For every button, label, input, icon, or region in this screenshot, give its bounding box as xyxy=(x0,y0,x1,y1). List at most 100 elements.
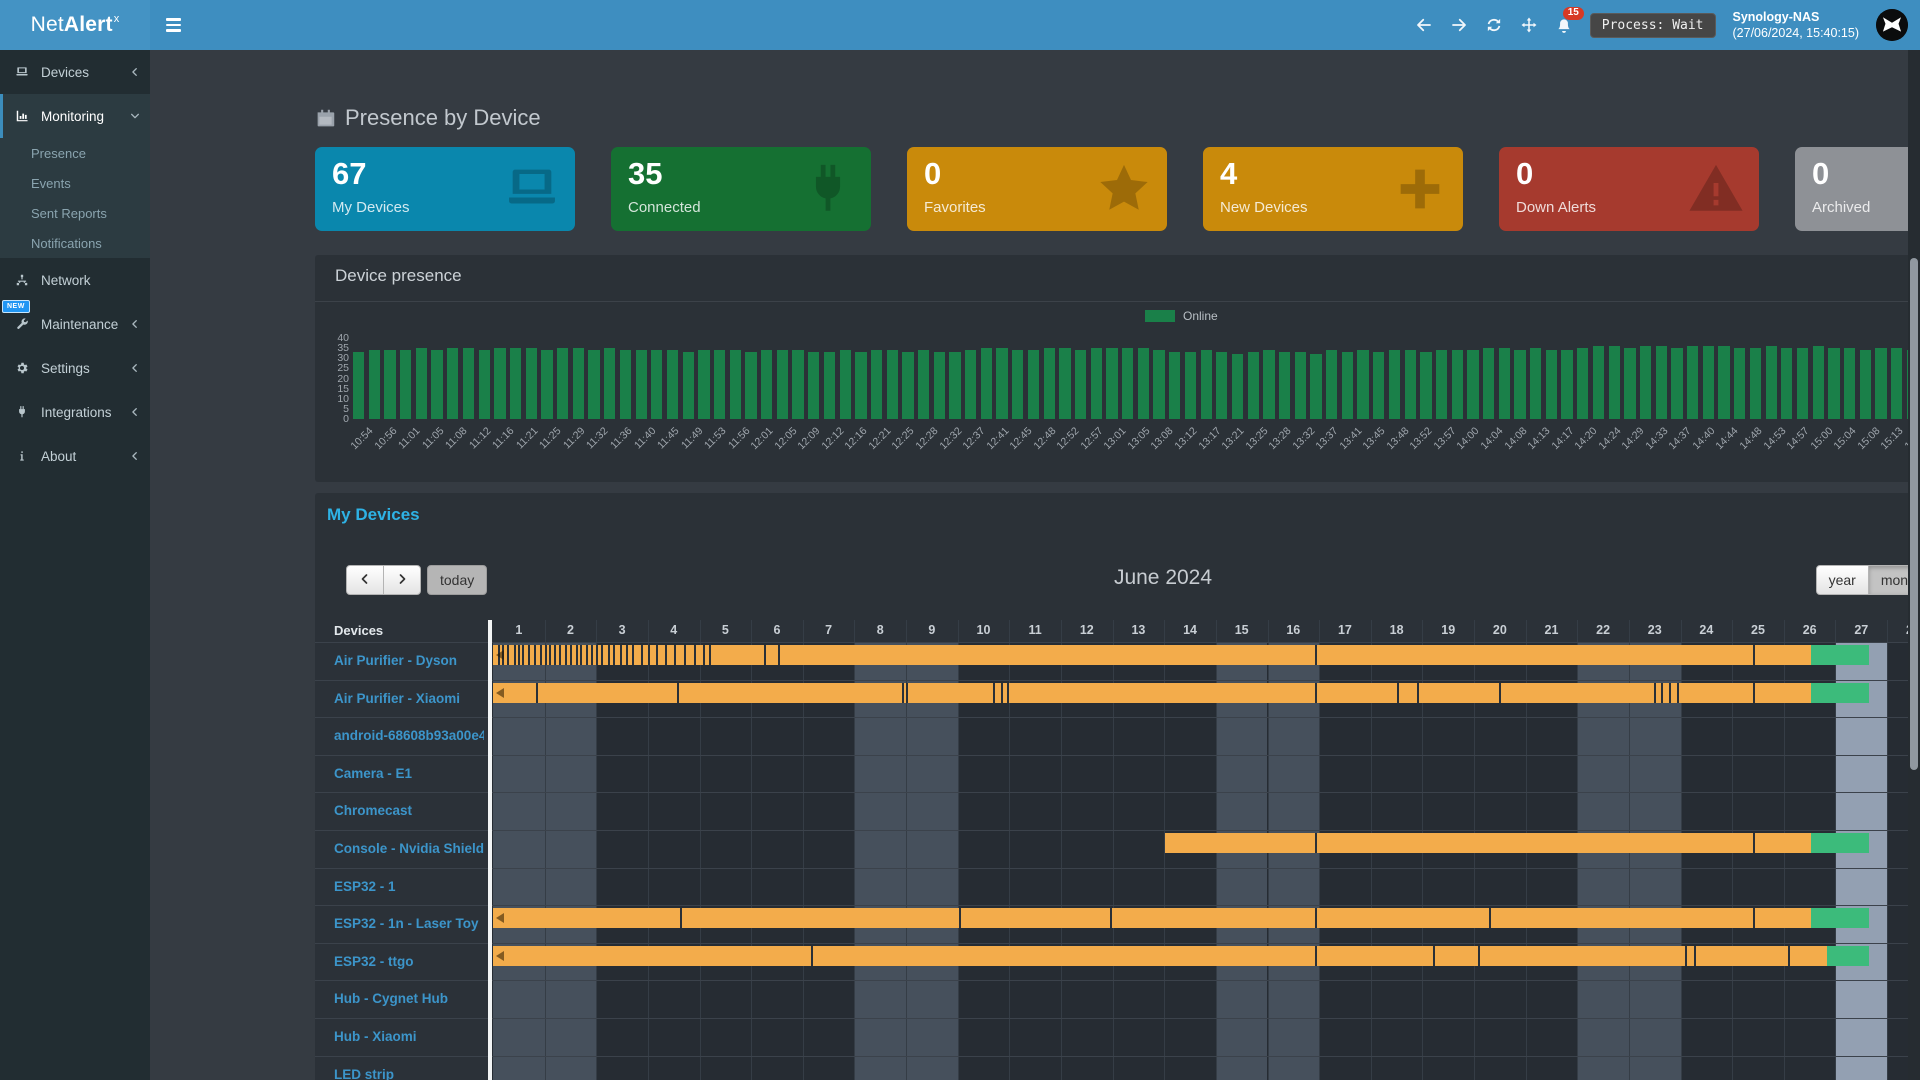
sidebar-item-monitoring[interactable]: Monitoring xyxy=(0,94,150,138)
chart-bar xyxy=(1718,346,1729,419)
sidebar-item-settings[interactable]: Settings xyxy=(0,346,150,390)
day-header: 14 xyxy=(1164,623,1216,637)
device-link[interactable]: Hub - Xiaomi xyxy=(334,1018,484,1056)
chart-bar xyxy=(510,348,521,419)
chart-bar xyxy=(1044,348,1055,419)
chart-bar xyxy=(871,350,882,419)
day-header: 23 xyxy=(1629,623,1681,637)
presence-gap xyxy=(608,645,610,665)
device-link[interactable]: Air Purifier - Xiaomi xyxy=(334,680,484,718)
presence-bar-orange[interactable] xyxy=(493,683,1811,703)
presence-bar-orange[interactable] xyxy=(1165,833,1810,853)
device-link[interactable]: Hub - Cygnet Hub xyxy=(334,980,484,1018)
scrollbar-thumb[interactable] xyxy=(1910,258,1918,770)
refresh-icon[interactable] xyxy=(1485,16,1503,34)
device-link[interactable]: ESP32 - 1n - Laser Toy xyxy=(334,905,484,943)
view-year-button[interactable]: year xyxy=(1816,565,1869,595)
day-header: 12 xyxy=(1061,623,1113,637)
sidebar-item-integrations[interactable]: Integrations xyxy=(0,390,150,434)
presence-gap xyxy=(959,908,961,928)
chart-bar xyxy=(902,352,913,419)
chart-icon xyxy=(15,109,37,123)
presence-bar-green[interactable] xyxy=(1811,645,1869,665)
today-button[interactable]: today xyxy=(427,565,487,595)
presence-calendar: Devices123456789101112131415161718192021… xyxy=(315,620,1920,1080)
sidebar-subitem-sent-reports[interactable]: Sent Reports xyxy=(0,198,150,228)
day-header: 24 xyxy=(1681,623,1733,637)
sidebar-item-devices[interactable]: Devices xyxy=(0,50,150,94)
device-link[interactable]: Camera - E1 xyxy=(334,755,484,793)
gear-icon xyxy=(15,361,37,375)
stat-card-archived[interactable]: 0Archived xyxy=(1795,147,1920,231)
presence-bar-orange[interactable] xyxy=(493,645,1811,665)
chart-bar xyxy=(745,352,756,419)
continues-left-arrow-icon xyxy=(496,650,504,660)
plug-icon xyxy=(15,405,37,419)
chart-bar xyxy=(1561,350,1572,419)
host-name: Synology-NAS xyxy=(1733,9,1860,25)
page-title-text: Presence by Device xyxy=(345,105,541,131)
presence-bar-green[interactable] xyxy=(1811,833,1869,853)
sidebar-item-about[interactable]: About xyxy=(0,434,150,478)
chart-bar xyxy=(1216,352,1227,419)
presence-chart: 051015202530354010:5410:5611:0111:0511:0… xyxy=(315,255,1920,482)
device-link[interactable]: ESP32 - ttgo xyxy=(334,943,484,981)
day-header: 27 xyxy=(1835,623,1887,637)
device-link[interactable]: Console - Nvidia Shield TV xyxy=(334,830,484,868)
laptop-icon xyxy=(503,160,561,218)
device-link[interactable]: Chromecast xyxy=(334,792,484,830)
notifications-bell-icon[interactable]: 15 xyxy=(1555,16,1573,34)
app-logo[interactable]: NetAlertx xyxy=(0,0,150,50)
stat-card-down-alerts[interactable]: 0 Down Alerts xyxy=(1499,147,1759,231)
presence-gap xyxy=(665,645,667,665)
user-avatar[interactable] xyxy=(1876,9,1908,41)
chevron-left-icon xyxy=(130,67,142,77)
presence-gap xyxy=(570,645,572,665)
presence-gap xyxy=(1478,946,1480,966)
device-link[interactable]: LED strip xyxy=(334,1056,484,1080)
nav-back-icon[interactable] xyxy=(1415,16,1433,34)
device-link[interactable]: Air Purifier - Dyson xyxy=(334,642,484,680)
page-title: Presence by Device xyxy=(315,105,541,131)
day-header: 19 xyxy=(1422,623,1474,637)
stat-card-connected[interactable]: 35Connected xyxy=(611,147,871,231)
presence-gap xyxy=(1110,908,1112,928)
presence-bar-green[interactable] xyxy=(1811,683,1869,703)
presence-bar-green[interactable] xyxy=(1827,946,1869,966)
next-month-button[interactable] xyxy=(383,565,421,595)
presence-gap xyxy=(993,683,995,703)
presence-gap xyxy=(518,645,520,665)
device-link[interactable]: ESP32 - 1 xyxy=(334,868,484,906)
nav-forward-icon[interactable] xyxy=(1450,16,1468,34)
presence-bar-orange[interactable] xyxy=(493,946,1827,966)
sidebar: Devices Monitoring Presence Events Sent … xyxy=(0,50,150,1080)
stat-card-new-devices[interactable]: 4New Devices xyxy=(1203,147,1463,231)
stat-value: 0 xyxy=(1516,156,1533,192)
prev-month-button[interactable] xyxy=(346,565,384,595)
sidebar-subitem-notifications[interactable]: Notifications xyxy=(0,228,150,258)
chart-bar xyxy=(573,348,584,419)
chart-bar xyxy=(934,352,945,419)
chart-bar xyxy=(431,350,442,419)
move-icon[interactable] xyxy=(1520,16,1538,34)
presence-gap xyxy=(522,645,524,665)
device-link[interactable]: android-68608b93a00e4 xyxy=(334,717,484,755)
sidebar-subitem-presence[interactable]: Presence xyxy=(0,138,150,168)
day-header: 11 xyxy=(1009,623,1061,637)
stat-label: Down Alerts xyxy=(1516,199,1596,216)
presence-bar-orange[interactable] xyxy=(493,908,1811,928)
column-resizer-handle[interactable] xyxy=(488,620,492,1080)
presence-gap xyxy=(554,645,556,665)
sidebar-toggle-button[interactable] xyxy=(150,0,196,50)
chart-bar xyxy=(636,350,647,419)
chart-bar xyxy=(918,350,929,419)
chart-bar xyxy=(1813,346,1824,419)
presence-bar-green[interactable] xyxy=(1811,908,1869,928)
sidebar-subitem-events[interactable]: Events xyxy=(0,168,150,198)
chart-bar xyxy=(1828,348,1839,419)
sidebar-item-network[interactable]: Network xyxy=(0,258,150,302)
stat-card-my-devices[interactable]: 67My Devices xyxy=(315,147,575,231)
chart-bar xyxy=(1467,350,1478,419)
host-info: Synology-NAS (27/06/2024, 15:40:15) xyxy=(1733,9,1860,42)
stat-card-favorites[interactable]: 0Favorites xyxy=(907,147,1167,231)
